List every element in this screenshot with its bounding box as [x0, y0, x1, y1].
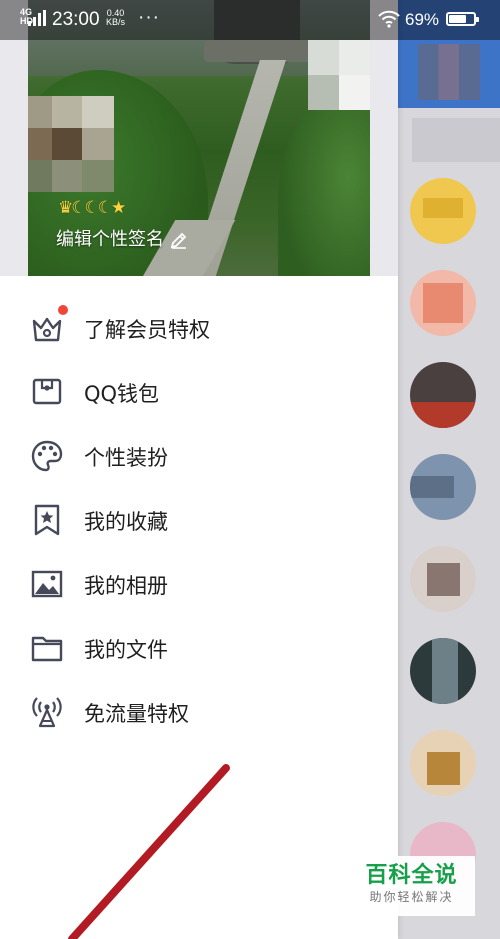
status-bar: 4G HD 23:00 0.40 KB/s ··· 69%	[0, 0, 500, 40]
menu-item-label: QQ钱包	[84, 382, 160, 406]
menu-item-photo-album[interactable]: 我的相册	[0, 552, 398, 616]
notification-badge	[58, 305, 68, 315]
background-avatar	[410, 362, 476, 428]
palette-icon	[29, 438, 65, 474]
menu-item-label: 免流量特权	[84, 702, 189, 726]
member-level-icons: ♛☾☾☾★	[58, 198, 126, 218]
network-speed: 0.40 KB/s	[106, 9, 125, 27]
background-avatar	[410, 178, 476, 244]
clock: 23:00	[52, 9, 100, 30]
menu-item-my-files[interactable]: 我的文件	[0, 616, 398, 680]
menu-item-label: 了解会员特权	[84, 318, 210, 342]
menu-item-qq-wallet[interactable]: QQ钱包	[0, 360, 398, 424]
watermark-title: 百科全说	[365, 863, 458, 888]
menu-item-vip-privileges[interactable]: 了解会员特权	[0, 296, 398, 360]
wifi-icon	[378, 10, 400, 33]
wallet-icon	[29, 374, 65, 410]
signature-label: 编辑个性签名	[56, 229, 164, 250]
background-avatar	[410, 638, 476, 704]
pencil-icon	[164, 229, 188, 250]
avatar[interactable]	[28, 96, 114, 192]
crown-icon	[29, 310, 65, 346]
background-avatar	[410, 730, 476, 796]
broadcast-antenna-icon	[29, 694, 65, 730]
background-avatar	[410, 546, 476, 612]
background-avatar	[410, 270, 476, 336]
signal-icon	[28, 10, 46, 31]
bookmark-star-icon	[29, 502, 65, 538]
battery-icon	[446, 12, 479, 26]
profile-header: ♛☾☾☾★ 编辑个性签名	[0, 0, 398, 276]
edit-signature-link[interactable]: 编辑个性签名	[56, 225, 188, 251]
watermark-subtitle: 助你轻松解决	[369, 890, 454, 904]
menu-item-free-data-privileges[interactable]: 免流量特权	[0, 680, 398, 744]
photo-album-icon	[29, 566, 65, 602]
blurred-region	[308, 40, 370, 110]
menu-item-favorites[interactable]: 我的收藏	[0, 488, 398, 552]
background-search-bar	[412, 118, 500, 162]
side-drawer: ♛☾☾☾★ 编辑个性签名 了解会员特权 QQ钱包 个性装扮 我的收藏 我的相册 …	[0, 0, 398, 939]
folder-icon	[29, 630, 65, 666]
watermark-logo: 百科全说 助你轻松解决	[348, 856, 475, 916]
menu-item-label: 我的文件	[84, 638, 168, 662]
menu-item-label: 我的相册	[84, 574, 168, 598]
menu-item-label: 我的收藏	[84, 510, 168, 534]
speed-unit: KB/s	[106, 17, 126, 27]
background-avatar	[410, 454, 476, 520]
more-notifications-icon: ···	[138, 7, 160, 28]
menu-item-personalization[interactable]: 个性装扮	[0, 424, 398, 488]
profile-cover-photo[interactable]: ♛☾☾☾★ 编辑个性签名	[28, 0, 370, 276]
background-chat-list	[398, 0, 500, 939]
battery-percent: 69%	[405, 10, 440, 29]
menu-item-label: 个性装扮	[84, 446, 168, 470]
